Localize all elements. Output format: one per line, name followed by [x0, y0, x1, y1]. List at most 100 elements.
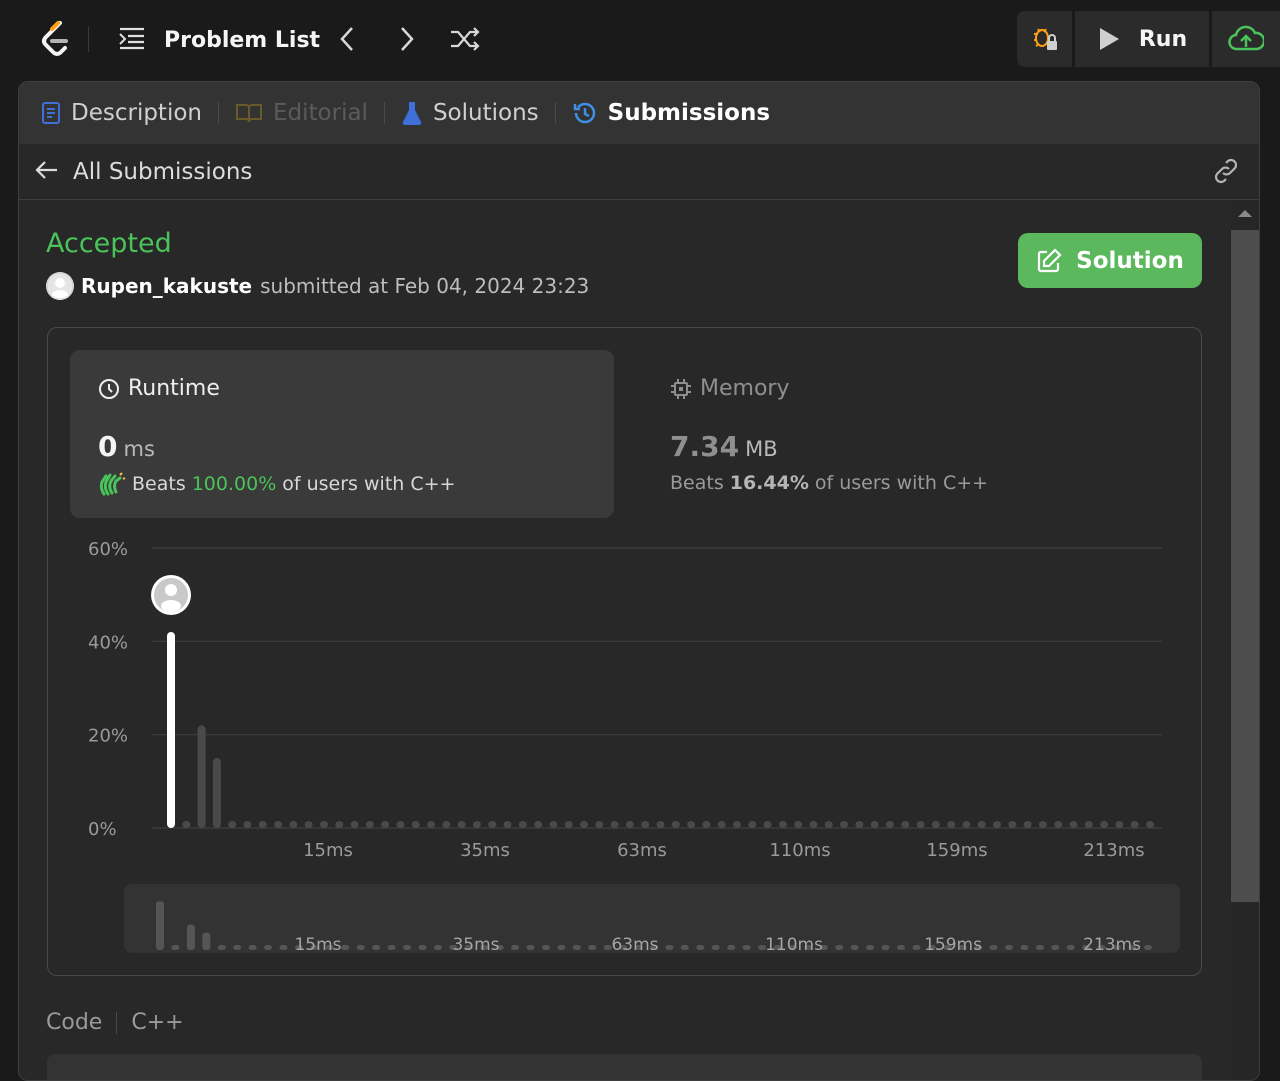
overview-tick-label: 15ms: [294, 935, 341, 953]
overview-bar: [233, 945, 242, 950]
chart-overview[interactable]: 15ms 35ms 63ms 110ms 159ms 213ms: [124, 884, 1180, 955]
back-arrow-icon[interactable]: [35, 160, 59, 184]
chart-bar: [488, 821, 497, 828]
top-bar: Problem List Run: [0, 0, 1280, 80]
run-button[interactable]: Run: [1075, 11, 1209, 67]
x-tick-label: 213ms: [1083, 840, 1144, 861]
overview-bar: [418, 945, 427, 950]
copy-link-icon[interactable]: [1211, 158, 1241, 188]
problem-list-label: Problem List: [164, 27, 321, 53]
chart-bar: [274, 821, 283, 828]
memory-value: 7.34 MB: [670, 430, 778, 463]
chart-bar: [427, 821, 436, 828]
overview-bar: [511, 945, 520, 950]
tab-editorial[interactable]: Editorial: [235, 100, 368, 126]
runtime-title: Runtime: [98, 376, 220, 401]
memory-card[interactable]: Memory 7.34 MB Beats 16.44% of users with…: [642, 350, 1142, 518]
chart-bar: [824, 821, 833, 828]
tab-bar: Description Editorial Solutions Submissi…: [19, 82, 1259, 144]
next-problem-button[interactable]: [392, 24, 422, 54]
overview-bar: [1066, 945, 1075, 950]
avatar-body: [161, 600, 181, 612]
chart-bar: [411, 821, 420, 828]
code-block: [47, 1054, 1202, 1080]
chart-bar: [595, 821, 604, 828]
chip-icon: [671, 378, 691, 399]
code-language[interactable]: C++: [131, 1010, 183, 1035]
avatar[interactable]: [46, 272, 74, 300]
chart-bar: [228, 821, 237, 828]
overview-bar: [372, 945, 381, 950]
overview-bar: [835, 945, 844, 950]
overview-bar: [665, 945, 674, 950]
scroll-up-arrow[interactable]: [1238, 210, 1252, 217]
chart-bar: [472, 821, 481, 828]
prev-problem-button[interactable]: [332, 24, 362, 54]
chart-bar: [840, 821, 849, 828]
chart-bar: [947, 821, 956, 828]
shuffle-button[interactable]: [448, 24, 482, 54]
debugger-button[interactable]: [1017, 11, 1072, 67]
overview-bar: [897, 945, 905, 950]
overview-bar: [403, 945, 411, 950]
overview-bar: [588, 945, 597, 950]
submission-subheader: All Submissions: [19, 144, 1259, 200]
clapping-hands-icon: [99, 472, 126, 496]
overview-bar: [1144, 945, 1152, 950]
y-tick-label: 40%: [88, 632, 128, 653]
overview-bar: [680, 945, 689, 950]
x-tick-label: 35ms: [460, 840, 510, 861]
avatar-head: [165, 584, 177, 596]
overview-tick-label: 35ms: [452, 935, 499, 953]
overview-bar: [711, 945, 720, 950]
overview-bar: [433, 945, 442, 950]
chart-bar: [702, 821, 711, 828]
chart-bar: [197, 725, 206, 828]
chart-bar: [809, 821, 818, 828]
chart-bar: [763, 821, 772, 828]
chart-bar: [671, 821, 680, 828]
scrollbar[interactable]: [1231, 200, 1259, 1080]
runtime-card[interactable]: Runtime 0 ms Beats 100.00% of users with …: [70, 350, 614, 518]
chart-bar: [993, 821, 1002, 828]
tab-label: Submissions: [607, 100, 771, 126]
chart-bar: [442, 821, 451, 828]
performance-stats: Runtime 0 ms Beats 100.00% of users with …: [47, 327, 1202, 976]
chart-bar: [243, 821, 252, 828]
overview-bar: [387, 945, 396, 950]
memory-beats: Beats 16.44% of users with C++: [670, 472, 988, 494]
history-icon: [573, 102, 595, 124]
chart-bar: [365, 821, 374, 828]
chart-bar: [564, 821, 573, 828]
overview-bar: [1020, 945, 1029, 950]
tab-solutions[interactable]: Solutions: [401, 100, 539, 126]
code-label: Code: [46, 1010, 103, 1035]
runtime-distribution-chart[interactable]: 60% 40% 20% 0% 15ms 35ms 63ms 110ms 159ms 213ms: [48, 528, 1203, 861]
overview-bar: [742, 945, 751, 950]
submit-button[interactable]: [1212, 11, 1280, 67]
solution-button[interactable]: Solution: [1018, 233, 1202, 288]
overview-bar: [1005, 945, 1014, 950]
username[interactable]: Rupen_kakuste: [81, 274, 252, 298]
problem-list-button[interactable]: Problem List: [118, 22, 320, 58]
chart-bar: [1130, 821, 1139, 828]
chart-bar: [901, 821, 910, 828]
scrollbar-thumb[interactable]: [1231, 230, 1259, 902]
tab-submissions[interactable]: Submissions: [572, 100, 770, 126]
runtime-title-label: Runtime: [128, 376, 220, 401]
overview-bar: [217, 945, 226, 950]
chart-bar: [656, 821, 665, 828]
all-submissions-link[interactable]: All Submissions: [73, 159, 252, 185]
code-separator: [116, 1011, 118, 1034]
submitted-timestamp: submitted at Feb 04, 2024 23:23: [260, 274, 590, 298]
overview-bar: [850, 945, 859, 950]
chart-bar: [1069, 821, 1078, 828]
flask-icon: [402, 102, 422, 126]
divider: [88, 26, 89, 52]
leetcode-logo[interactable]: [38, 20, 74, 58]
overview-bar: [156, 901, 164, 950]
tab-description[interactable]: Description: [41, 100, 202, 126]
chart-bar: [885, 821, 894, 828]
submission-status: Accepted: [46, 228, 172, 259]
chart-bar: [518, 821, 527, 828]
